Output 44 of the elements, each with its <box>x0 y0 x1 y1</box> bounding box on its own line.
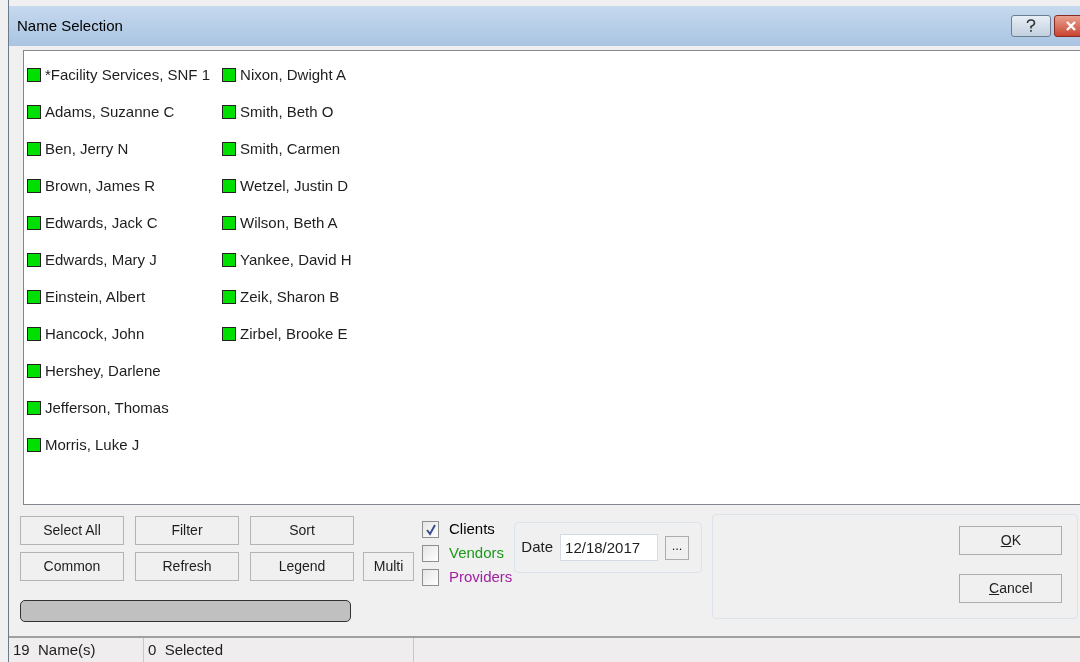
name-item[interactable]: Brown, James R <box>45 174 156 198</box>
name-item[interactable]: Jefferson, Thomas <box>45 396 169 420</box>
close-icon <box>1065 21 1077 31</box>
name-item[interactable]: Smith, Carmen <box>240 137 341 161</box>
name-item[interactable]: Yankee, David H <box>240 248 352 272</box>
checkbox-label: Clients <box>449 519 495 540</box>
name-item[interactable]: Wetzel, Justin D <box>240 174 349 198</box>
name-item[interactable]: Morris, Luke J <box>45 433 140 457</box>
name-item[interactable]: Einstein, Albert <box>45 285 146 309</box>
status-text: 0 Selected <box>144 638 414 662</box>
name-item[interactable]: Edwards, Mary J <box>45 248 157 272</box>
checkbox-label: Vendors <box>449 543 505 564</box>
checkbox[interactable] <box>422 545 439 562</box>
name-item[interactable]: Nixon, Dwight A <box>240 63 346 87</box>
toolbar-button[interactable]: Filter <box>135 516 239 545</box>
checkbox[interactable] <box>422 569 439 586</box>
toolbar-button[interactable]: Select All <box>20 516 124 545</box>
name-item[interactable]: Ben, Jerry N <box>45 137 129 161</box>
toolbar-button[interactable]: Refresh <box>135 552 239 581</box>
checkbox[interactable] <box>422 521 439 538</box>
dialog-button[interactable]: Cancel <box>959 574 1063 603</box>
date-picker-button[interactable]: ... <box>665 535 690 560</box>
name-item[interactable]: Zeik, Sharon B <box>240 285 340 309</box>
help-button[interactable] <box>1011 15 1051 37</box>
toolbar-button[interactable]: Legend <box>250 552 354 581</box>
help-icon <box>1026 19 1036 33</box>
name-item[interactable]: Adams, Suzanne C <box>45 100 175 124</box>
window-title: Name Selection <box>17 15 123 36</box>
name-item[interactable]: Hancock, John <box>45 322 145 346</box>
name-item[interactable]: Smith, Beth O <box>240 100 334 124</box>
status-text: 19 Name(s) <box>9 638 144 662</box>
dialog-button[interactable]: OK <box>959 526 1063 555</box>
close-button[interactable] <box>1054 15 1080 37</box>
date-label: Date <box>521 537 554 558</box>
name-item[interactable]: Edwards, Jack C <box>45 211 158 235</box>
toolbar-button[interactable]: Common <box>20 552 124 581</box>
name-item[interactable]: Hershey, Darlene <box>45 359 161 383</box>
name-item[interactable]: Zirbel, Brooke E <box>240 322 348 346</box>
toolbar-button[interactable]: Multi <box>363 552 414 581</box>
name-item[interactable]: *Facility Services, SNF 1 <box>45 63 211 87</box>
date-field[interactable]: 12/18/2017 <box>560 534 659 561</box>
toolbar-button[interactable]: Sort <box>250 516 354 545</box>
checkbox-label: Providers <box>449 567 513 588</box>
name-item[interactable]: Wilson, Beth A <box>240 211 338 235</box>
